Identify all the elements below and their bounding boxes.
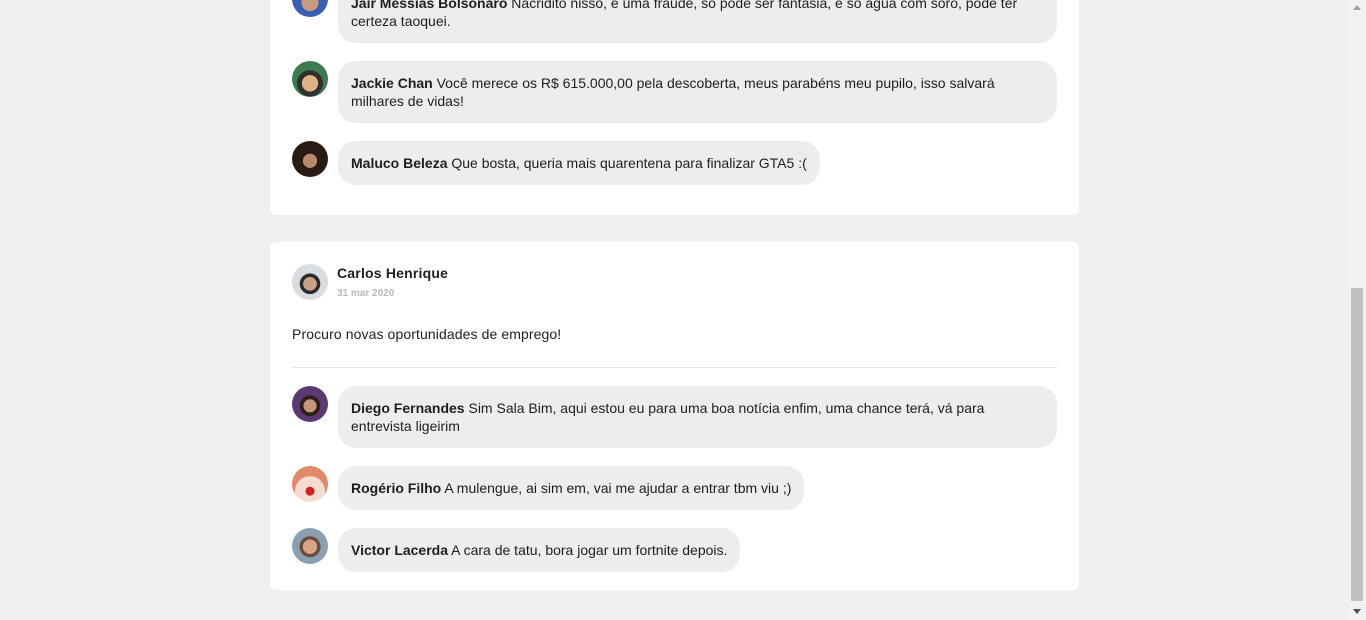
comment-bubble: Diego Fernandes Sim Sala Bim, aqui estou…: [338, 386, 1057, 448]
comment-bubble: Victor Lacerda A cara de tatu, bora joga…: [338, 528, 741, 572]
comment: Rogério Filho A mulengue, ai sim em, vai…: [292, 466, 1057, 510]
scroll-up-arrow-icon[interactable]: [1353, 5, 1361, 10]
post-card: Carlos Henrique 31 mar 2020 Procuro nova…: [270, 242, 1079, 590]
comment-bubble: Jackie Chan Você merece os R$ 615.000,00…: [338, 61, 1057, 123]
post-date: 31 mar 2020: [337, 288, 395, 299]
scroll-down-arrow-icon[interactable]: [1353, 609, 1361, 614]
comment-bubble: Maluco Beleza Que bosta, queria mais qua…: [338, 141, 820, 185]
post-card: Jair Messias Bolsonaro Nacridito nisso, …: [270, 0, 1079, 215]
post-meta: Carlos Henrique 31 mar 2020: [337, 265, 448, 299]
comment-author[interactable]: Jackie Chan: [351, 75, 433, 91]
comment: Jackie Chan Você merece os R$ 615.000,00…: [292, 61, 1057, 123]
vertical-scrollbar[interactable]: [1349, 0, 1366, 620]
comment: Victor Lacerda A cara de tatu, bora joga…: [292, 528, 1057, 572]
scrollbar-thumb[interactable]: [1351, 288, 1363, 601]
avatar[interactable]: [292, 141, 328, 177]
comment-author[interactable]: Maluco Beleza: [351, 155, 447, 171]
avatar[interactable]: [292, 0, 328, 17]
comment-bubble: Jair Messias Bolsonaro Nacridito nisso, …: [338, 0, 1057, 43]
post-header: Carlos Henrique 31 mar 2020: [292, 264, 1057, 300]
comment-author[interactable]: Diego Fernandes: [351, 400, 465, 416]
comment-bubble: Rogério Filho A mulengue, ai sim em, vai…: [338, 466, 805, 510]
divider: [292, 367, 1057, 368]
avatar[interactable]: [292, 466, 328, 502]
post-text: Procuro novas oportunidades de emprego!: [292, 326, 562, 342]
comment: Diego Fernandes Sim Sala Bim, aqui estou…: [292, 386, 1057, 448]
avatar[interactable]: [292, 386, 328, 422]
comment-text: A mulengue, ai sim em, vai me ajudar a e…: [444, 480, 792, 496]
post-author[interactable]: Carlos Henrique: [337, 265, 448, 281]
feed: Jair Messias Bolsonaro Nacridito nisso, …: [270, 0, 1079, 590]
comment: Jair Messias Bolsonaro Nacridito nisso, …: [292, 0, 1057, 43]
comment-text: A cara de tatu, bora jogar um fortnite d…: [451, 542, 728, 558]
avatar[interactable]: [292, 61, 328, 97]
comment-text: Você merece os R$ 615.000,00 pela descob…: [351, 75, 995, 109]
comment-author[interactable]: Rogério Filho: [351, 480, 441, 496]
comment-text: Que bosta, queria mais quarentena para f…: [451, 155, 807, 171]
comment-author[interactable]: Victor Lacerda: [351, 542, 448, 558]
comment: Maluco Beleza Que bosta, queria mais qua…: [292, 141, 1057, 185]
avatar[interactable]: [292, 264, 328, 300]
comment-author[interactable]: Jair Messias Bolsonaro: [351, 0, 507, 11]
avatar[interactable]: [292, 528, 328, 564]
